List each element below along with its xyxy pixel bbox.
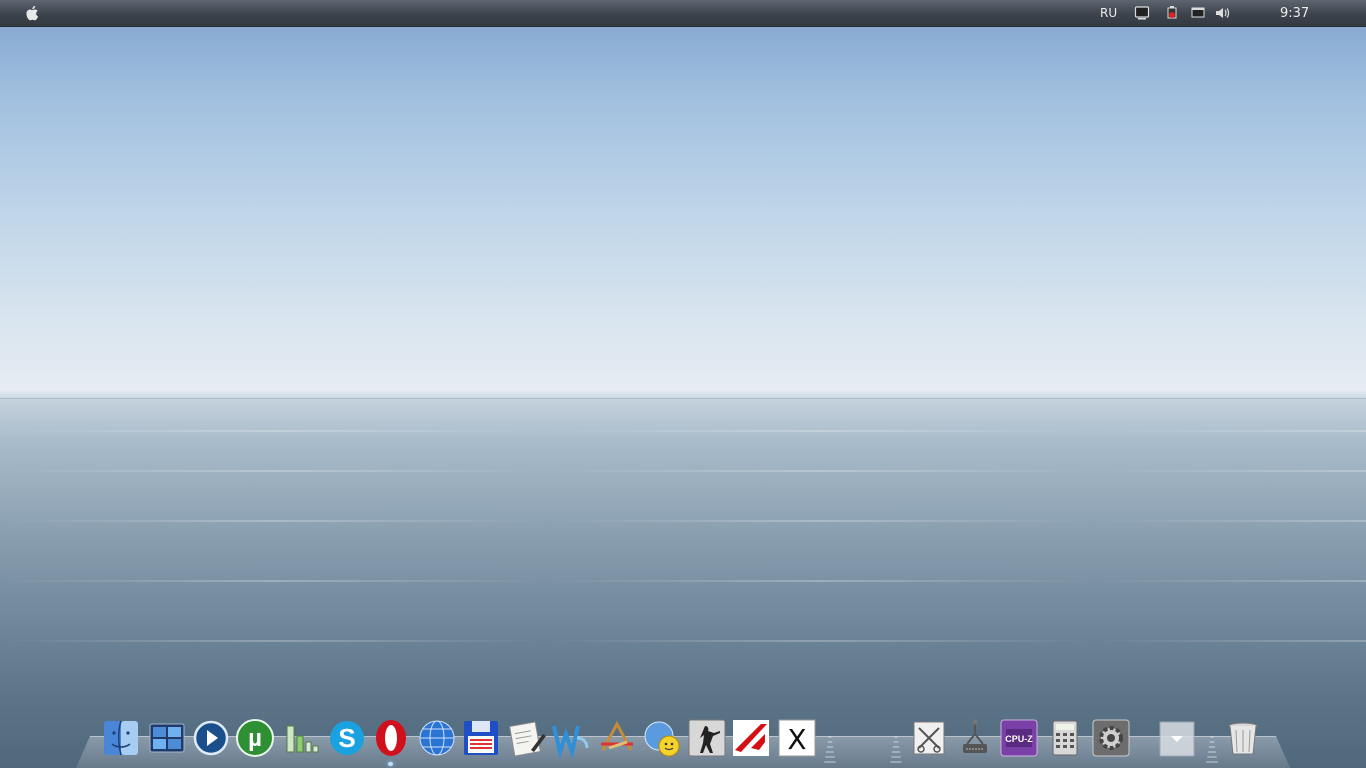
svg-text:CPU-Z: CPU-Z: [1005, 734, 1033, 744]
signal-bars-icon[interactable]: [280, 716, 322, 760]
document-pen-icon[interactable]: [506, 716, 548, 760]
wave: [0, 520, 1366, 522]
network-icon[interactable]: [1164, 5, 1180, 21]
svg-text:µ: µ: [248, 725, 262, 752]
window-icon[interactable]: [1190, 5, 1206, 21]
spaces-icon[interactable]: [146, 716, 188, 760]
chat-smiley-icon[interactable]: [640, 716, 682, 760]
globe-icon[interactable]: [416, 716, 458, 760]
play-icon[interactable]: [190, 716, 232, 760]
horizon-line: [0, 398, 1366, 399]
floppy-disk-icon[interactable]: [460, 716, 502, 760]
network-drive-icon[interactable]: [954, 716, 996, 760]
app-store-icon[interactable]: [596, 716, 638, 760]
language-indicator[interactable]: RU: [1100, 0, 1117, 26]
clock[interactable]: 9:37: [1280, 0, 1309, 26]
wave: [0, 580, 1366, 582]
desktop-wallpaper: [0, 0, 1366, 768]
mirrors-edge-icon[interactable]: [730, 716, 772, 760]
opera-icon[interactable]: [370, 716, 412, 760]
skype-icon[interactable]: S: [326, 716, 368, 760]
wave: [0, 470, 1366, 472]
word-icon[interactable]: [550, 716, 592, 760]
menu-bar: RU 9:37: [0, 0, 1366, 27]
wave: [0, 430, 1366, 432]
svg-text:S: S: [338, 723, 355, 753]
utorrent-icon[interactable]: µ: [234, 716, 276, 760]
cpu-z-icon[interactable]: CPU-Z: [998, 716, 1040, 760]
running-indicator: [388, 762, 393, 766]
wave: [0, 640, 1366, 642]
scissors-tool-icon[interactable]: [908, 716, 950, 760]
gear-icon[interactable]: [1090, 716, 1132, 760]
apple-logo-icon[interactable]: [24, 4, 42, 22]
x-icon[interactable]: X: [776, 716, 818, 760]
svg-text:X: X: [787, 723, 806, 756]
downloads-stack-icon[interactable]: [1156, 716, 1198, 760]
volume-icon[interactable]: [1214, 5, 1230, 21]
calculator-icon[interactable]: [1044, 716, 1086, 760]
soldier-icon[interactable]: [686, 716, 728, 760]
trash-icon[interactable]: [1222, 716, 1264, 760]
finder-icon[interactable]: [100, 716, 142, 760]
monitor-icon[interactable]: [1134, 5, 1150, 21]
